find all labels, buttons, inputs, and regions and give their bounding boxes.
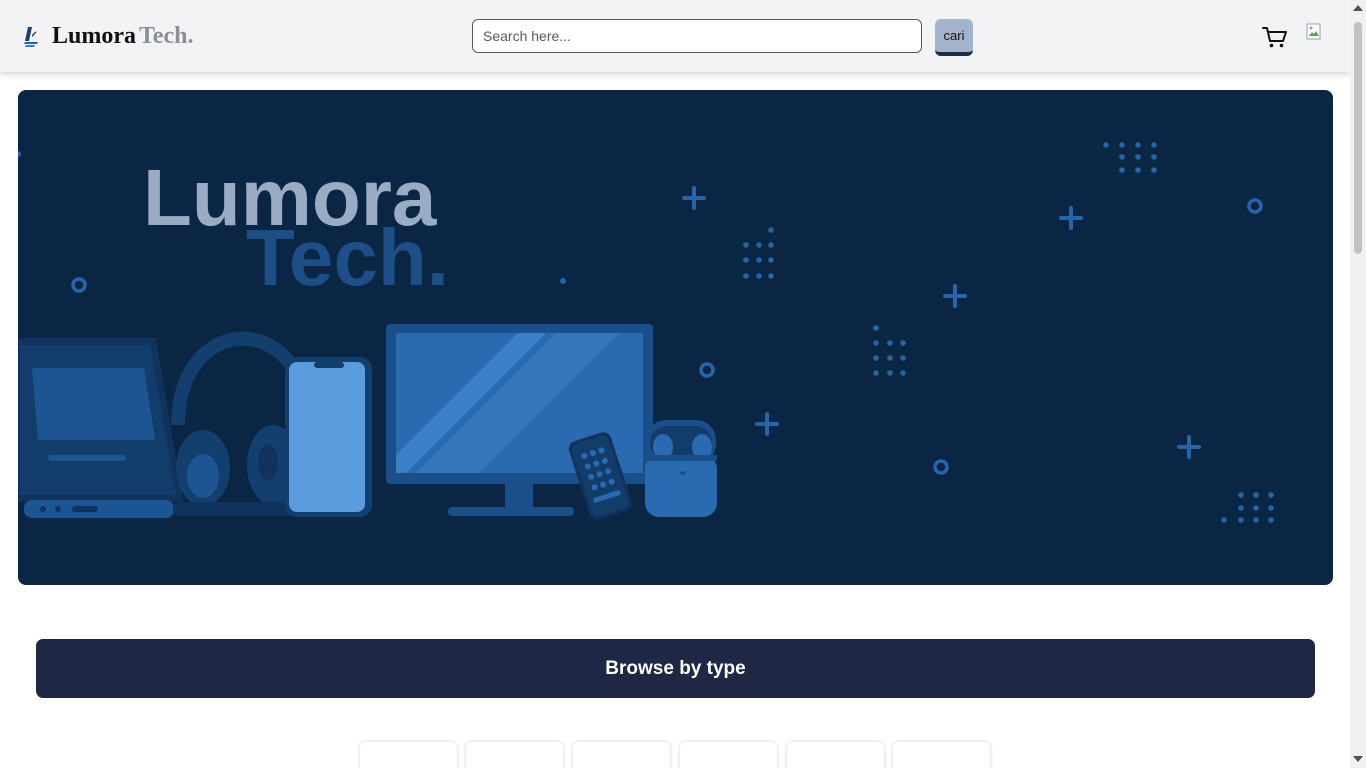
earbuds-case-illustration	[645, 420, 717, 517]
plus-decorations	[682, 186, 1201, 459]
phone-illustration	[285, 357, 372, 517]
search-input[interactable]	[472, 19, 922, 53]
type-card[interactable]	[360, 742, 457, 768]
scroll-down-arrow-icon[interactable]	[1353, 756, 1363, 762]
browse-by-type-banner: Browse by type	[36, 639, 1315, 698]
brand-name-primary: Lumora	[52, 22, 136, 49]
cart-icon[interactable]	[1262, 24, 1288, 50]
type-card[interactable]	[893, 742, 990, 768]
type-card[interactable]	[573, 742, 670, 768]
dot-grid-decorations	[743, 142, 1274, 523]
type-card[interactable]	[466, 742, 563, 768]
scrollbar-thumb[interactable]	[1354, 22, 1362, 254]
brand-name-secondary: Tech.	[139, 22, 194, 49]
browse-by-type-title: Browse by type	[605, 657, 746, 679]
brand[interactable]: Lumora Tech.	[22, 22, 193, 50]
hero-banner: Lumora Tech.	[18, 90, 1333, 585]
broken-image-icon[interactable]	[1306, 23, 1322, 41]
hero-title-secondary: Tech.	[246, 213, 449, 302]
search-button[interactable]: cari	[935, 19, 973, 56]
scroll-up-arrow-icon[interactable]	[1353, 5, 1363, 11]
laptop-illustration	[18, 338, 183, 518]
brand-logo-icon	[24, 27, 38, 47]
page-scrollbar[interactable]	[1350, 0, 1366, 768]
navbar: Lumora Tech. cari	[0, 0, 1350, 72]
type-card[interactable]	[787, 742, 884, 768]
hero-illustration: Lumora Tech.	[18, 142, 1274, 523]
type-card[interactable]	[680, 742, 777, 768]
